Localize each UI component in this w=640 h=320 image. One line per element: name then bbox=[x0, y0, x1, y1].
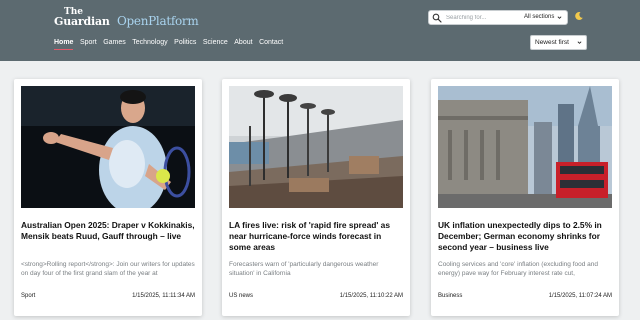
article-section: Sport bbox=[21, 293, 36, 299]
article-card[interactable]: LA fires live: risk of 'rapid fire sprea… bbox=[222, 79, 410, 316]
article-timestamp: 1/15/2025, 11:11:34 AM bbox=[132, 293, 195, 299]
nav-item-science[interactable]: Science bbox=[203, 38, 228, 50]
article-timestamp: 1/15/2025, 11:07:24 AM bbox=[548, 293, 612, 299]
search-input[interactable] bbox=[446, 12, 521, 23]
article-title[interactable]: LA fires live: risk of 'rapid fire sprea… bbox=[229, 220, 405, 253]
chevron-down-icon bbox=[577, 41, 582, 44]
article-timestamp: 1/15/2025, 11:10:22 AM bbox=[339, 293, 403, 299]
article-summary: <strong>Rolling report</strong>: Join ou… bbox=[21, 261, 195, 278]
moon-icon[interactable] bbox=[574, 11, 584, 21]
nav-item-about[interactable]: About bbox=[234, 38, 252, 50]
chevron-down-icon bbox=[557, 16, 562, 19]
article-image-tennis bbox=[21, 86, 195, 208]
nav-item-home[interactable]: Home bbox=[54, 38, 74, 50]
main-nav: Home Sport Games Technology Politics Sci… bbox=[54, 38, 290, 50]
sort-select[interactable]: Newest first bbox=[530, 35, 587, 50]
article-summary: Cooling services and 'core' inflation (e… bbox=[438, 261, 599, 278]
sort-select-label: Newest first bbox=[535, 39, 569, 46]
logo-guardian: Guardian bbox=[54, 15, 110, 28]
search-bar: All sections bbox=[428, 10, 568, 25]
article-title[interactable]: UK inflation unexpectedly dips to 2.5% i… bbox=[438, 220, 614, 253]
article-card[interactable]: Australian Open 2025: Draper v Kokkinaki… bbox=[14, 79, 202, 316]
section-select-label: All sections bbox=[524, 14, 555, 20]
nav-item-sport[interactable]: Sport bbox=[80, 38, 97, 50]
article-title[interactable]: Australian Open 2025: Draper v Kokkinaki… bbox=[21, 220, 197, 242]
search-icon[interactable] bbox=[432, 13, 442, 23]
article-section: US news bbox=[229, 293, 254, 299]
article-card[interactable]: UK inflation unexpectedly dips to 2.5% i… bbox=[431, 79, 619, 316]
nav-item-politics[interactable]: Politics bbox=[174, 38, 196, 50]
section-select[interactable]: All sections bbox=[524, 12, 566, 23]
article-image-fires bbox=[229, 86, 403, 208]
logo-open-platform: OpenPlatform bbox=[117, 14, 199, 28]
nav-item-contact[interactable]: Contact bbox=[259, 38, 283, 50]
article-section: Business bbox=[438, 293, 463, 299]
article-summary: Forecasters warn of 'particularly danger… bbox=[229, 261, 379, 278]
site-header: The Guardian OpenPlatform All sections H… bbox=[0, 0, 640, 61]
article-image-london bbox=[438, 86, 612, 208]
nav-item-technology[interactable]: Technology bbox=[132, 38, 167, 50]
nav-item-games[interactable]: Games bbox=[103, 38, 126, 50]
